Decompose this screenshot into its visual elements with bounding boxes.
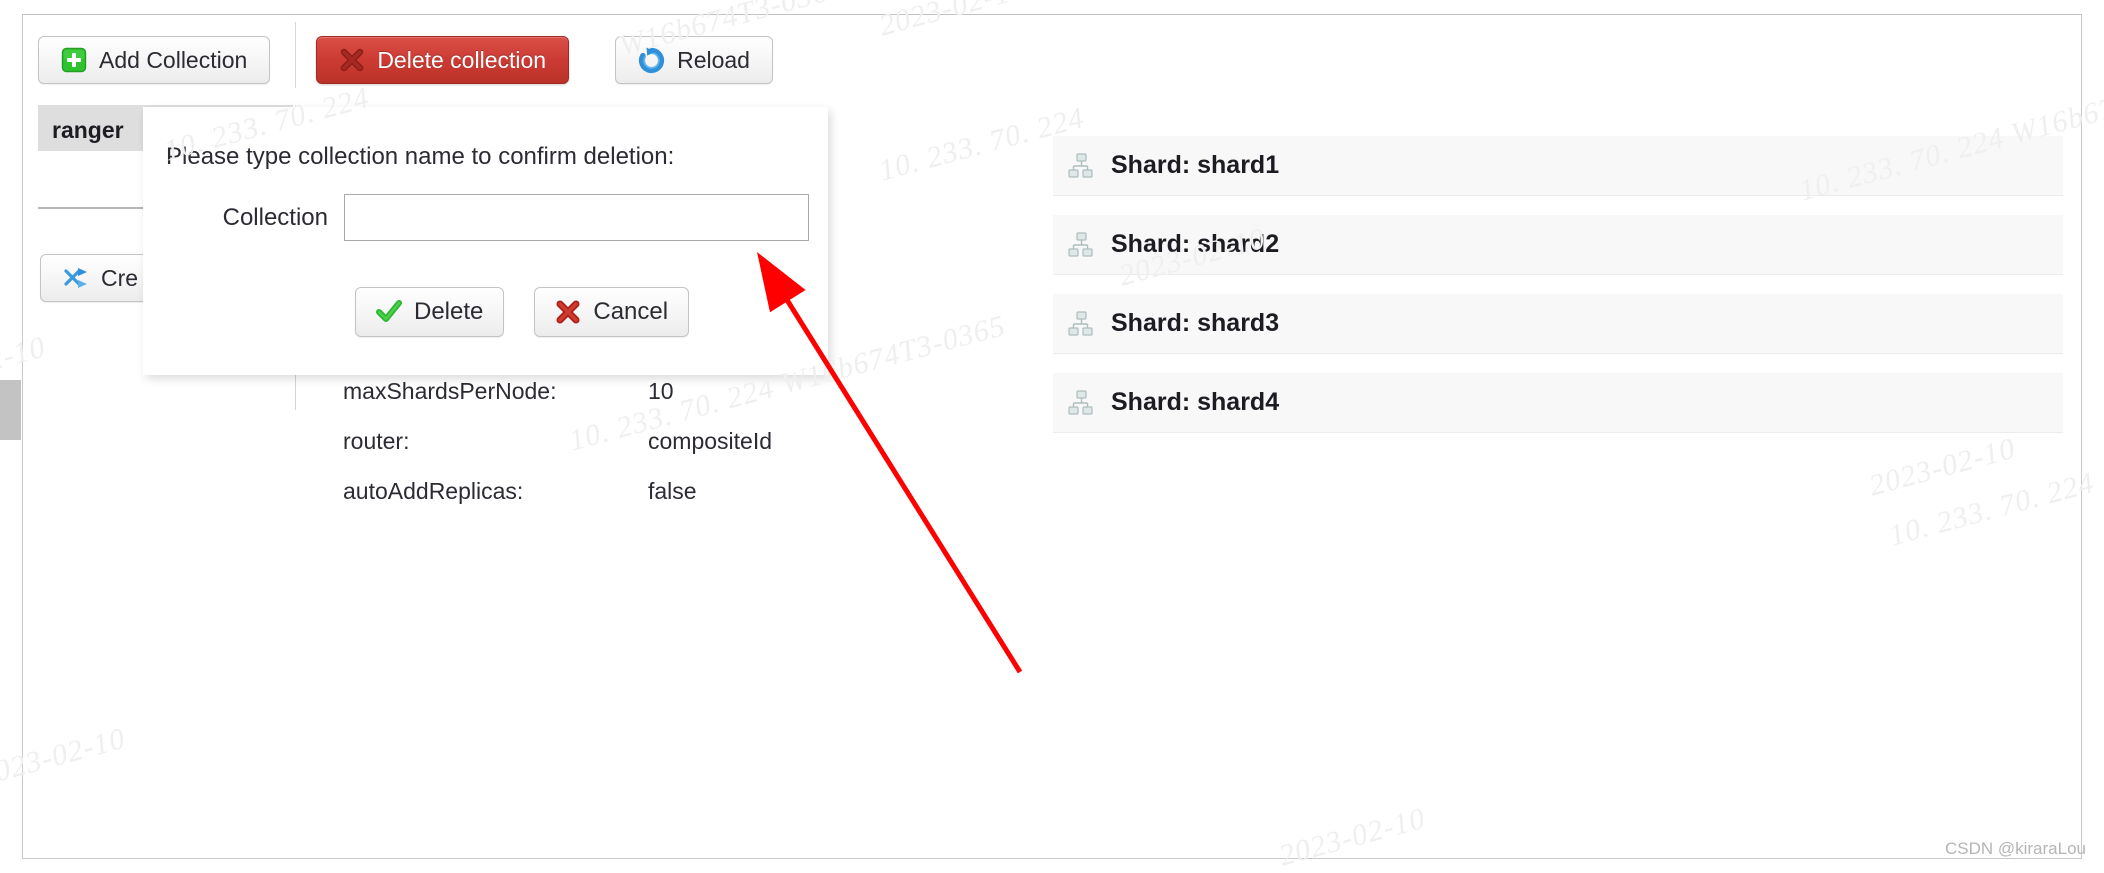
shard-label: Shard: shard1 — [1111, 151, 1280, 179]
left-scroll-thumb[interactable] — [0, 380, 21, 440]
add-collection-button[interactable]: Add Collection — [38, 36, 271, 84]
collection-name-label: ranger — [52, 117, 124, 143]
shard-list-item[interactable]: Shard: shard1 — [1053, 136, 2063, 196]
detail-key: maxShardsPerNode: — [343, 378, 557, 404]
detail-row: autoAddReplicas: false — [343, 478, 772, 528]
detail-value: 10 — [648, 378, 674, 404]
delete-collection-label: Delete collection — [377, 46, 547, 73]
dialog-cancel-button[interactable]: Cancel — [534, 287, 690, 337]
sitemap-hierarchy-icon — [1067, 152, 1095, 180]
shard-label: Shard: shard2 — [1111, 230, 1280, 258]
dialog-delete-label: Delete — [414, 298, 484, 325]
collection-name-input[interactable] — [344, 194, 809, 241]
plus-square-green-icon — [61, 47, 87, 73]
reload-button[interactable]: Reload — [615, 36, 773, 84]
detail-value: compositeId — [648, 428, 773, 454]
shard-label: Shard: shard3 — [1111, 309, 1280, 337]
red-x-icon — [555, 299, 581, 325]
shard-list-item[interactable]: Shard: shard2 — [1053, 215, 2063, 275]
dialog-delete-button[interactable]: Delete — [355, 287, 505, 337]
sitemap-hierarchy-icon — [1067, 389, 1095, 417]
blue-refresh-icon — [638, 47, 665, 74]
red-x-icon — [339, 47, 365, 73]
shard-list: Shard: shard1 Shard: shard2 Shard: shard… — [1053, 136, 2063, 452]
detail-row: maxShardsPerNode: 10 — [343, 378, 772, 428]
add-collection-label: Add Collection — [99, 46, 248, 73]
delete-collection-dialog: Please type collection name to confirm d… — [143, 107, 828, 375]
dialog-prompt-text: Please type collection name to confirm d… — [166, 143, 675, 170]
detail-key: router: — [343, 428, 410, 454]
detail-key: autoAddReplicas: — [343, 478, 524, 504]
shard-list-item[interactable]: Shard: shard3 — [1053, 294, 2063, 354]
delete-collection-button[interactable]: Delete collection — [316, 36, 570, 84]
collection-field-label: Collection — [222, 203, 328, 231]
dialog-cancel-label: Cancel — [593, 298, 669, 325]
reload-label: Reload — [677, 46, 750, 73]
blue-shuffle-arrows-icon — [63, 265, 89, 291]
dialog-field-row: Collection — [166, 194, 809, 241]
detail-row: router: compositeId — [343, 428, 772, 478]
sitemap-hierarchy-icon — [1067, 310, 1095, 338]
sitemap-hierarchy-icon — [1067, 231, 1095, 259]
detail-value: false — [648, 478, 697, 504]
collection-toolbar: Add Collection Delete collection Reload — [38, 34, 773, 86]
create-alias-label: Cre — [101, 264, 139, 291]
collection-details: maxShardsPerNode: 10 router: compositeId… — [343, 378, 772, 528]
dialog-action-row: Delete Cancel — [355, 287, 690, 337]
shard-list-item[interactable]: Shard: shard4 — [1053, 373, 2063, 433]
csdn-credit-watermark: CSDN @kiraraLou — [1944, 839, 2086, 858]
shard-label: Shard: shard4 — [1111, 388, 1280, 416]
green-check-icon — [376, 299, 402, 325]
